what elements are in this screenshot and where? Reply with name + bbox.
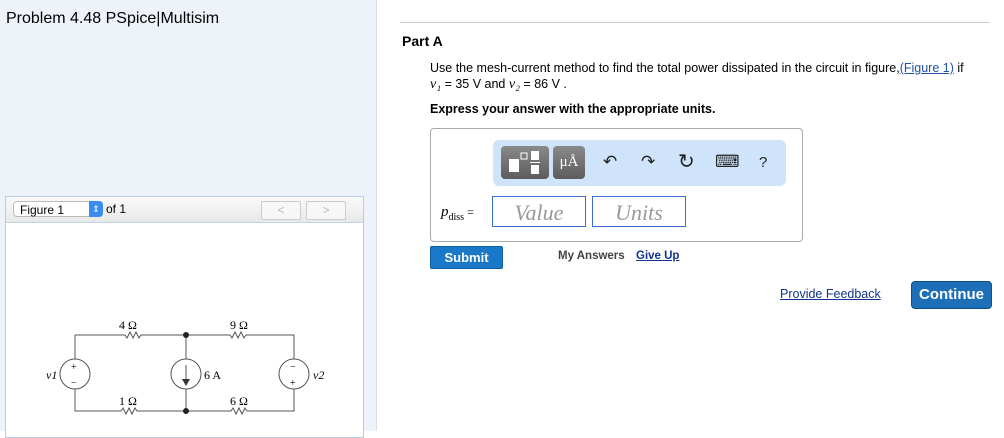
v1-minus: − xyxy=(71,378,77,389)
undo-icon[interactable]: ↶ xyxy=(603,152,617,172)
instructions: Express your answer with the appropriate… xyxy=(430,102,716,116)
submit-button[interactable]: Submit xyxy=(430,246,503,269)
question-if: if xyxy=(953,61,964,75)
circuit-diagram: 4 Ω 9 Ω 1 Ω 6 Ω 6 A v1 v2 + − − + xyxy=(46,318,324,416)
figure-link[interactable]: (Figure 1) xyxy=(900,61,954,75)
select-arrows-icon: ⇕ xyxy=(89,201,103,217)
v2-symbol: v₂ xyxy=(508,77,520,92)
v1-value: = 35 V and xyxy=(441,77,509,91)
value-input[interactable]: Value xyxy=(492,196,586,227)
continue-button[interactable]: Continue xyxy=(911,281,992,309)
fraction-template-icon xyxy=(509,151,540,174)
my-answers-label[interactable]: My Answers xyxy=(558,250,625,262)
resistor-1-label: 1 Ω xyxy=(119,394,137,408)
question-body: Use the mesh-current method to find the … xyxy=(430,61,900,75)
keyboard-icon[interactable]: ⌨ xyxy=(715,152,740,172)
current-source-label: 6 A xyxy=(204,368,221,382)
left-panel: Problem 4.48 PSpice|Multisim Figure 1 ⇕ o… xyxy=(0,0,377,438)
v2-label: v2 xyxy=(313,368,324,382)
give-up-link[interactable]: Give Up xyxy=(636,250,679,262)
answer-label: pdiss = xyxy=(441,204,474,223)
provide-feedback-link[interactable]: Provide Feedback xyxy=(780,287,881,301)
v2-value: = 86 V . xyxy=(519,77,567,91)
v1-label: v1 xyxy=(46,368,57,382)
answer-subscript: diss xyxy=(448,212,465,223)
reset-icon[interactable]: ↻ xyxy=(678,149,695,174)
v2-plus: + xyxy=(290,378,296,389)
answer-symbol: p xyxy=(441,204,449,220)
next-figure-button[interactable]: > xyxy=(306,201,346,220)
figure-select-value: Figure 1 xyxy=(20,203,65,217)
help-icon[interactable]: ? xyxy=(759,154,767,171)
math-toolbar: μÅ ↶ ↷ ↻ ⌨ ? xyxy=(493,140,786,186)
figure-panel: Figure 1 ⇕ of 1 < > 4 Ω 9 Ω 1 Ω 6 Ω 6 A v… xyxy=(5,196,364,438)
figure-toolbar: Figure 1 ⇕ of 1 < > xyxy=(6,197,363,223)
question-text: Use the mesh-current method to find the … xyxy=(430,60,990,93)
v2-minus: − xyxy=(290,362,296,373)
part-title: Part A xyxy=(402,33,443,49)
templates-button[interactable] xyxy=(501,146,549,179)
problem-title: Problem 4.48 PSpice|Multisim xyxy=(6,10,220,27)
units-input[interactable]: Units xyxy=(592,196,686,227)
equals-sign: = xyxy=(464,205,474,219)
resistor-4-label: 4 Ω xyxy=(119,318,137,332)
figure-count: of 1 xyxy=(106,202,127,216)
figure-select[interactable]: Figure 1 ⇕ xyxy=(13,201,103,217)
v1-symbol: v₁ xyxy=(430,77,442,92)
units-button[interactable]: μÅ xyxy=(553,146,585,179)
prev-figure-button[interactable]: < xyxy=(261,201,301,220)
answer-box: μÅ ↶ ↷ ↻ ⌨ ? pdiss = Value Units xyxy=(430,128,803,242)
redo-icon[interactable]: ↷ xyxy=(641,152,655,172)
resistor-6-label: 6 Ω xyxy=(230,394,248,408)
v1-plus: + xyxy=(71,362,77,373)
resistor-9-label: 9 Ω xyxy=(230,318,248,332)
divider xyxy=(400,22,990,23)
